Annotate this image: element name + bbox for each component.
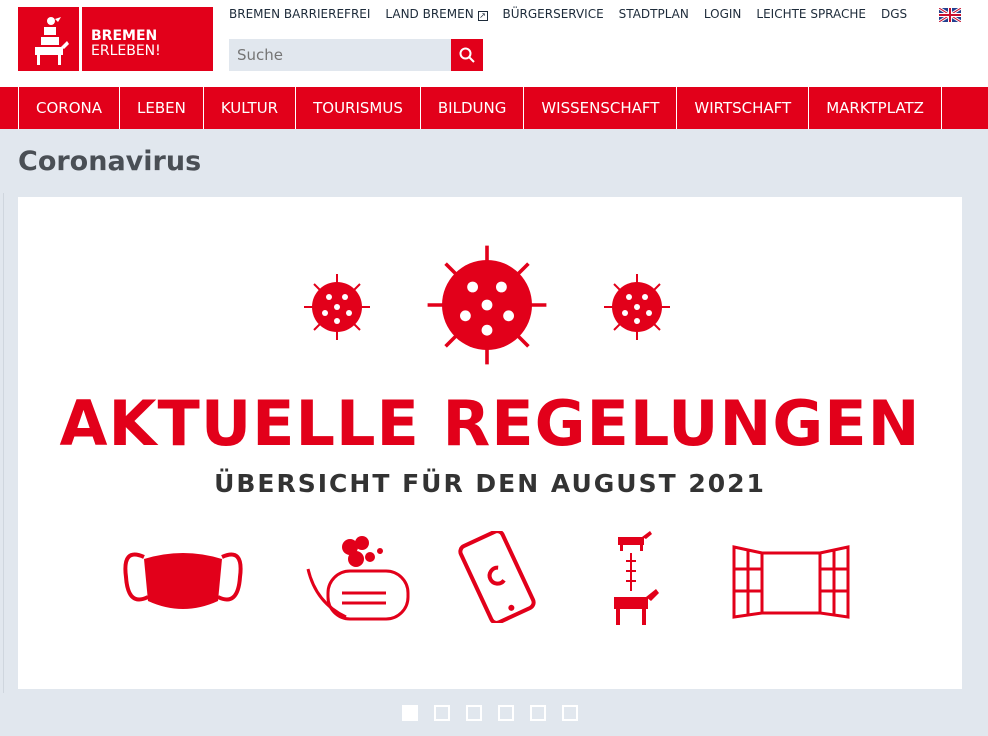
header: BREMEN ERLEBEN! BREMEN BARRIEREFREI LAND … (0, 0, 988, 87)
page-title: Coronavirus (18, 146, 202, 177)
search-form (229, 39, 483, 71)
hand-washing-icon (306, 536, 410, 621)
virus-icon (304, 274, 370, 340)
hero-slide[interactable]: AKTUELLE REGELUNGEN ÜBERSICHT FÜR DEN AU… (18, 197, 962, 689)
distance-donkeys-icon (614, 531, 659, 625)
nav-tourismus[interactable]: TOURISMUS (295, 87, 420, 129)
virus-icon (604, 274, 670, 340)
nav-wirtschaft[interactable]: WIRTSCHAFT (676, 87, 808, 129)
virus-icon (427, 245, 547, 365)
uk-flag-icon[interactable] (939, 8, 961, 22)
slide-headline: AKTUELLE REGELUNGEN (59, 387, 921, 460)
search-input[interactable] (229, 39, 451, 71)
slider-pagination (402, 705, 578, 721)
search-icon (459, 47, 475, 63)
slider-dot-1[interactable] (402, 705, 418, 721)
slide-subheadline: ÜBERSICHT FÜR DEN AUGUST 2021 (214, 469, 766, 498)
previous-slide-edge[interactable] (0, 193, 4, 693)
logo[interactable]: BREMEN ERLEBEN! (18, 7, 213, 71)
nav-bildung[interactable]: BILDUNG (419, 87, 523, 129)
link-buergerservice[interactable]: BÜRGERSERVICE (503, 7, 604, 21)
face-mask-icon (123, 552, 243, 609)
slider-dot-3[interactable] (466, 705, 482, 721)
logo-line2: ERLEBEN! (91, 43, 161, 59)
logo-line1: BREMEN (91, 28, 158, 44)
main-nav: CORONA LEBEN KULTUR TOURISMUS BILDUNG WI… (0, 87, 988, 129)
nav-leben[interactable]: LEBEN (119, 87, 203, 129)
nav-kultur[interactable]: KULTUR (202, 87, 295, 129)
slider-dot-2[interactable] (434, 705, 450, 721)
smartphone-icon (458, 531, 536, 623)
external-link-icon: ↗ (477, 11, 488, 21)
slider-dot-6[interactable] (562, 705, 578, 721)
nav-corona[interactable]: CORONA (18, 87, 119, 129)
link-stadtplan[interactable]: STADTPLAN (619, 7, 689, 21)
nav-marktplatz[interactable]: MARKTPLATZ (808, 87, 942, 129)
link-barrierefrei[interactable]: BREMEN BARRIEREFREI (229, 7, 370, 21)
link-leichte-sprache[interactable]: LEICHTE SPRACHE (756, 7, 866, 21)
link-land-bremen[interactable]: LAND BREMEN ↗ (385, 7, 488, 21)
town-musicians-icon (18, 7, 82, 71)
top-links: BREMEN BARRIEREFREI LAND BREMEN ↗ BÜRGER… (229, 7, 907, 21)
link-dgs[interactable]: DGS (881, 7, 907, 21)
open-window-icon (732, 545, 850, 619)
nav-wissenschaft[interactable]: WISSENSCHAFT (523, 87, 676, 129)
link-land-bremen-label: LAND BREMEN (385, 7, 474, 21)
slider-dot-4[interactable] (498, 705, 514, 721)
slider-dot-5[interactable] (530, 705, 546, 721)
link-login[interactable]: LOGIN (704, 7, 742, 21)
search-button[interactable] (451, 39, 483, 71)
